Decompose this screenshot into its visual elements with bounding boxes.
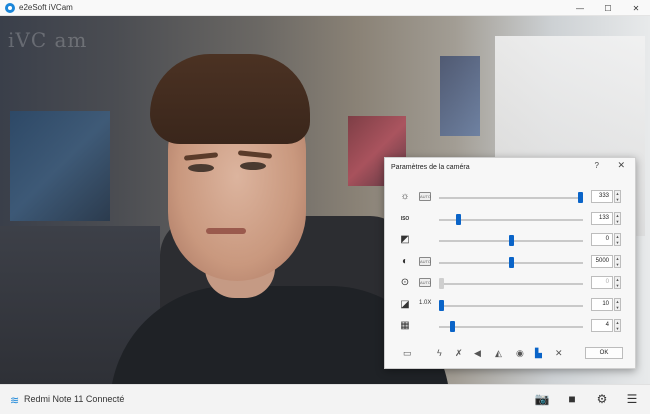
dialog-title-bar: Paramètres de la caméra ? ✕ bbox=[385, 158, 635, 176]
zoom-multiplier: 1.0X bbox=[419, 299, 432, 306]
person-eye bbox=[188, 164, 214, 172]
flip-horizontal-icon[interactable]: ◀ bbox=[474, 348, 481, 359]
maximize-button[interactable]: ☐ bbox=[594, 0, 622, 16]
slider-thumb[interactable] bbox=[450, 321, 456, 332]
auto-toggle[interactable]: AUTO bbox=[419, 278, 431, 287]
dialog-title: Paramètres de la caméra bbox=[391, 163, 470, 171]
background-poster bbox=[10, 111, 110, 221]
camera-settings-dialog: Paramètres de la caméra ? ✕ ☼ AUTO 333 ▲ ▼ IS… bbox=[384, 157, 636, 369]
person-mouth bbox=[206, 228, 246, 234]
flash-icon[interactable]: ϟ bbox=[437, 348, 442, 358]
value-field[interactable]: 5000 bbox=[591, 254, 613, 268]
camera-icon[interactable]: ◉ bbox=[516, 348, 524, 359]
dialog-close-button[interactable]: ✕ bbox=[617, 160, 625, 171]
flash-off-icon[interactable]: ✗ bbox=[455, 348, 463, 359]
window-controls: — ☐ ✕ bbox=[566, 0, 650, 16]
spin-down-button[interactable]: ▼ bbox=[615, 240, 620, 246]
reset-icon[interactable]: ✕ bbox=[555, 348, 563, 359]
value-field[interactable]: 333 bbox=[591, 190, 613, 203]
value-field[interactable]: 0 bbox=[591, 233, 613, 246]
focus-icon: ⊙ bbox=[400, 277, 410, 288]
minimize-button[interactable]: — bbox=[566, 0, 594, 16]
person-hair bbox=[150, 54, 310, 144]
spin-down-button[interactable]: ▼ bbox=[615, 262, 620, 268]
spin-buttons[interactable]: ▲ ▼ bbox=[614, 276, 621, 289]
spin-down-button[interactable]: ▼ bbox=[615, 326, 620, 332]
slider-track[interactable] bbox=[439, 197, 583, 199]
spin-down-button[interactable]: ▼ bbox=[615, 219, 620, 225]
spin-down-button[interactable]: ▼ bbox=[615, 197, 620, 203]
stabilization-icon: ▦ bbox=[400, 320, 410, 331]
watermark: iVC am bbox=[8, 28, 88, 52]
spin-up-button[interactable]: ▲ bbox=[615, 256, 620, 262]
setting-row-iso: ISO 133 ▲ ▼ bbox=[385, 208, 637, 230]
settings-icon[interactable]: ⚙ bbox=[594, 391, 610, 407]
snapshot-icon[interactable]: 📷 bbox=[534, 391, 550, 407]
slider-thumb[interactable] bbox=[455, 213, 461, 225]
battery-icon: ▭ bbox=[403, 348, 412, 358]
slider-thumb[interactable] bbox=[578, 192, 583, 203]
status-bar: ≋ Redmi Note 11 Connecté 📷 ■ ⚙ ☰ bbox=[0, 384, 650, 414]
window-title: e2eSoft iVCam bbox=[19, 3, 73, 12]
value-field[interactable]: 0 bbox=[591, 276, 613, 289]
spin-buttons[interactable]: ▲ ▼ bbox=[614, 211, 621, 225]
value-field[interactable]: 10 bbox=[591, 297, 613, 311]
slider-thumb[interactable] bbox=[508, 235, 514, 246]
title-bar: e2eSoft iVCam — ☐ ✕ bbox=[0, 0, 650, 16]
spin-down-button[interactable]: ▼ bbox=[615, 283, 620, 289]
close-button[interactable]: ✕ bbox=[622, 0, 650, 16]
spin-buttons[interactable]: ▲ ▼ bbox=[614, 190, 621, 203]
slider-thumb[interactable] bbox=[439, 299, 444, 311]
person-eye bbox=[240, 162, 266, 170]
slider-thumb[interactable] bbox=[439, 278, 444, 289]
spin-down-button[interactable]: ▼ bbox=[615, 305, 620, 311]
mirror-icon[interactable]: ◭ bbox=[495, 348, 502, 359]
auto-toggle[interactable]: AUTO bbox=[419, 192, 431, 201]
setting-row-zoom: ◪ 1.0X 10 ▲ ▼ bbox=[385, 294, 637, 316]
value-field[interactable]: 133 bbox=[591, 211, 613, 225]
slider-track[interactable] bbox=[439, 283, 583, 285]
zoom-icon: ◪ bbox=[400, 298, 410, 310]
exposure-icon: ◩ bbox=[400, 234, 410, 245]
spin-up-button[interactable]: ▲ bbox=[615, 299, 620, 305]
spin-buttons[interactable]: ▲ ▼ bbox=[614, 297, 621, 311]
slider-thumb[interactable] bbox=[508, 256, 514, 268]
record-icon[interactable]: ■ bbox=[564, 391, 580, 407]
background-poster bbox=[440, 56, 480, 136]
stabilize-icon[interactable]: ▙ bbox=[535, 348, 542, 359]
setting-row-stabilization: ▦ 4 ▲ ▼ bbox=[385, 315, 637, 337]
help-button[interactable]: ? bbox=[595, 161, 599, 170]
value-field[interactable]: 4 bbox=[591, 319, 613, 332]
setting-row-exposure: ◩ 0 ▲ ▼ bbox=[385, 229, 637, 251]
slider-track[interactable] bbox=[439, 304, 583, 307]
spin-buttons[interactable]: ▲ ▼ bbox=[614, 254, 621, 268]
slider-track[interactable] bbox=[439, 326, 583, 328]
ok-button[interactable]: OK bbox=[585, 347, 623, 359]
app-logo-icon bbox=[5, 2, 15, 13]
spin-up-button[interactable]: ▲ bbox=[615, 213, 620, 219]
device-status: Redmi Note 11 Connecté bbox=[24, 394, 125, 404]
spin-buttons[interactable]: ▲ ▼ bbox=[614, 233, 621, 246]
auto-toggle[interactable]: AUTO bbox=[419, 256, 431, 266]
white-balance-icon: ◐ bbox=[401, 255, 409, 267]
brightness-icon: ☼ bbox=[400, 191, 410, 202]
setting-row-brightness: ☼ AUTO 333 ▲ ▼ bbox=[385, 186, 637, 208]
spin-buttons[interactable]: ▲ ▼ bbox=[614, 319, 621, 332]
menu-icon[interactable]: ☰ bbox=[624, 391, 640, 407]
setting-row-focus: ⊙ AUTO 0 ▲ ▼ bbox=[385, 272, 637, 294]
wifi-icon: ≋ bbox=[10, 395, 20, 407]
iso-icon: ISO bbox=[400, 215, 410, 222]
setting-row-white-balance: ◐ AUTO 5000 ▲ ▼ bbox=[385, 251, 637, 273]
